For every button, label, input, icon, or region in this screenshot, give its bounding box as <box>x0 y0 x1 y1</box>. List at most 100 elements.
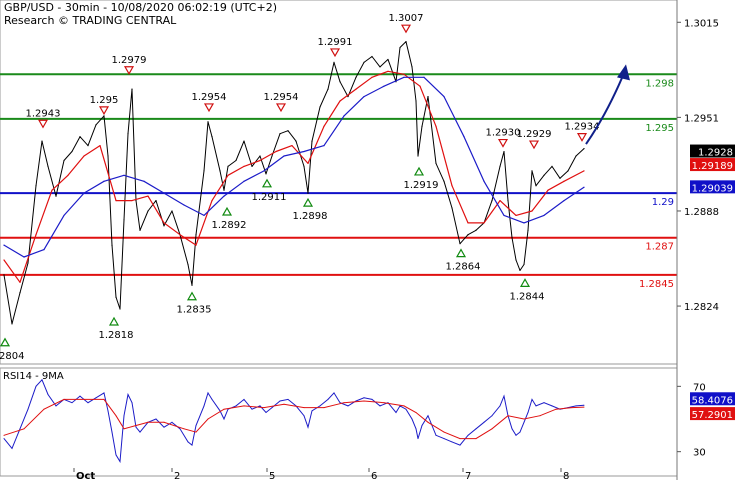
price-data-point <box>271 155 273 157</box>
price-panel: 1.298 1.295 1.29 1.287 1.2845 1.2804 1.2943 1.2… <box>0 0 678 365</box>
slow_ma-data-point <box>283 155 285 157</box>
fast_ma-data-point <box>371 76 373 78</box>
rsi-data-point <box>111 431 113 433</box>
price-data-point <box>531 170 533 172</box>
rsi_ma-data-point <box>303 407 305 409</box>
rsi_ma-data-point <box>207 418 209 420</box>
price-axis-tick-label: 1.2824 <box>684 302 719 313</box>
rsi_ma-data-point <box>123 428 125 430</box>
price-data-point <box>55 195 57 197</box>
x-axis-tick-label: Oct <box>76 471 95 480</box>
rsi_ma-data-point <box>523 418 525 420</box>
slow_ma-data-point <box>403 76 405 78</box>
rsi-data-point <box>499 405 501 407</box>
price-data-point <box>207 121 209 123</box>
fast_ma-data-point <box>131 199 133 202</box>
rsi_ma-data-point <box>323 407 325 409</box>
rsi-data-point <box>41 379 43 381</box>
fast_ma-data-point <box>227 174 229 176</box>
rsi-data-point <box>411 418 413 420</box>
level-label-resistance: 1.295 <box>645 123 674 134</box>
rsi-data-point <box>515 434 517 436</box>
rsi-data-point <box>103 392 105 394</box>
chart-window: 1.298 1.295 1.29 1.287 1.2845 1.2804 1.2943 1.2… <box>0 0 735 480</box>
rsi-data-point <box>11 447 13 449</box>
price-data-point <box>575 155 577 157</box>
price-data-point <box>279 133 281 135</box>
price-data-point <box>303 165 305 167</box>
price-data-point <box>475 229 477 231</box>
price-data-point <box>515 259 517 261</box>
fast_ma-data-point <box>243 165 245 167</box>
rsi_ma-data-point <box>507 415 509 417</box>
rsi-data-point <box>195 425 197 427</box>
rsi_ma-data-point <box>63 398 65 400</box>
fast_ma-data-point <box>419 85 421 87</box>
slow_ma-data-point <box>343 115 345 117</box>
price-data-point <box>559 177 561 179</box>
level-label-support: 1.287 <box>645 242 674 253</box>
rsi_ma-data-point <box>183 428 185 430</box>
low-annotation-label: 1.2844 <box>510 291 545 302</box>
rsi-data-point <box>303 415 305 417</box>
price-data-point <box>243 140 245 142</box>
price-data-point <box>47 165 49 167</box>
rsi-data-point <box>415 428 417 430</box>
rsi-data-point <box>95 397 97 399</box>
rsi-data-point <box>395 411 397 413</box>
fast_ma-data-point <box>179 234 181 236</box>
rsi-data-point <box>131 402 133 404</box>
rsi-data-point <box>171 421 173 423</box>
price-data-point <box>107 155 109 157</box>
slow_ma-data-point <box>443 95 445 98</box>
price-data-point <box>451 207 453 209</box>
fast_ma-data-point <box>83 155 85 157</box>
price-data-point <box>227 165 229 167</box>
x-axis-tick-label: 7 <box>465 471 471 480</box>
price-data-point <box>371 55 373 58</box>
rsi_ma-data-point <box>403 405 405 407</box>
fast_ma-data-point <box>499 199 501 202</box>
rsi-data-point <box>35 385 37 387</box>
rsi_ma-data-point <box>263 407 265 409</box>
rsi-data-point <box>417 438 419 440</box>
rsi_ma-data-point <box>223 408 225 410</box>
slow_ma-data-point <box>223 195 225 197</box>
rsi-data-point <box>451 441 453 443</box>
price-data-point <box>191 284 193 286</box>
price-data-point <box>163 225 165 227</box>
rsi-data-point <box>467 434 469 436</box>
price-data-point <box>421 125 423 127</box>
low-annotation-label: 1.2835 <box>177 305 212 316</box>
low-annotation-label: 1.2864 <box>446 262 481 273</box>
rsi-data-point <box>107 410 109 412</box>
price-data-point <box>503 150 505 153</box>
price-data-point <box>63 159 65 162</box>
slow_ma-data-point <box>563 199 565 202</box>
rsi-data-point <box>371 398 373 400</box>
price-data-point <box>127 133 129 135</box>
fast_ma-data-point <box>451 185 453 187</box>
rsi-data-point <box>265 411 267 413</box>
low-annotation-label: 1.2892 <box>212 220 247 231</box>
low-annotation-label: 1.2818 <box>99 330 134 341</box>
slow_ma-data-point <box>363 95 365 98</box>
fast_ma-data-point <box>3 259 5 261</box>
fast_ma-data-point <box>291 145 293 147</box>
price-data-point <box>287 130 289 132</box>
fast_ma-data-point <box>115 199 117 202</box>
fast_ma-data-point <box>35 234 37 236</box>
fast_ma-data-point <box>403 73 405 75</box>
rsi-data-point <box>203 405 205 407</box>
price-data-point <box>115 296 117 298</box>
price-data-point <box>119 308 121 310</box>
price-data-point <box>3 274 5 276</box>
rsi-data-point <box>483 421 485 423</box>
rsi-data-point <box>251 408 253 410</box>
rsi-data-point <box>311 410 313 412</box>
slow_ma-data-point <box>383 85 385 87</box>
price-data-point <box>535 185 537 187</box>
price-data-point <box>527 229 529 231</box>
price-data-point <box>467 234 469 236</box>
price-data-point <box>519 269 521 271</box>
